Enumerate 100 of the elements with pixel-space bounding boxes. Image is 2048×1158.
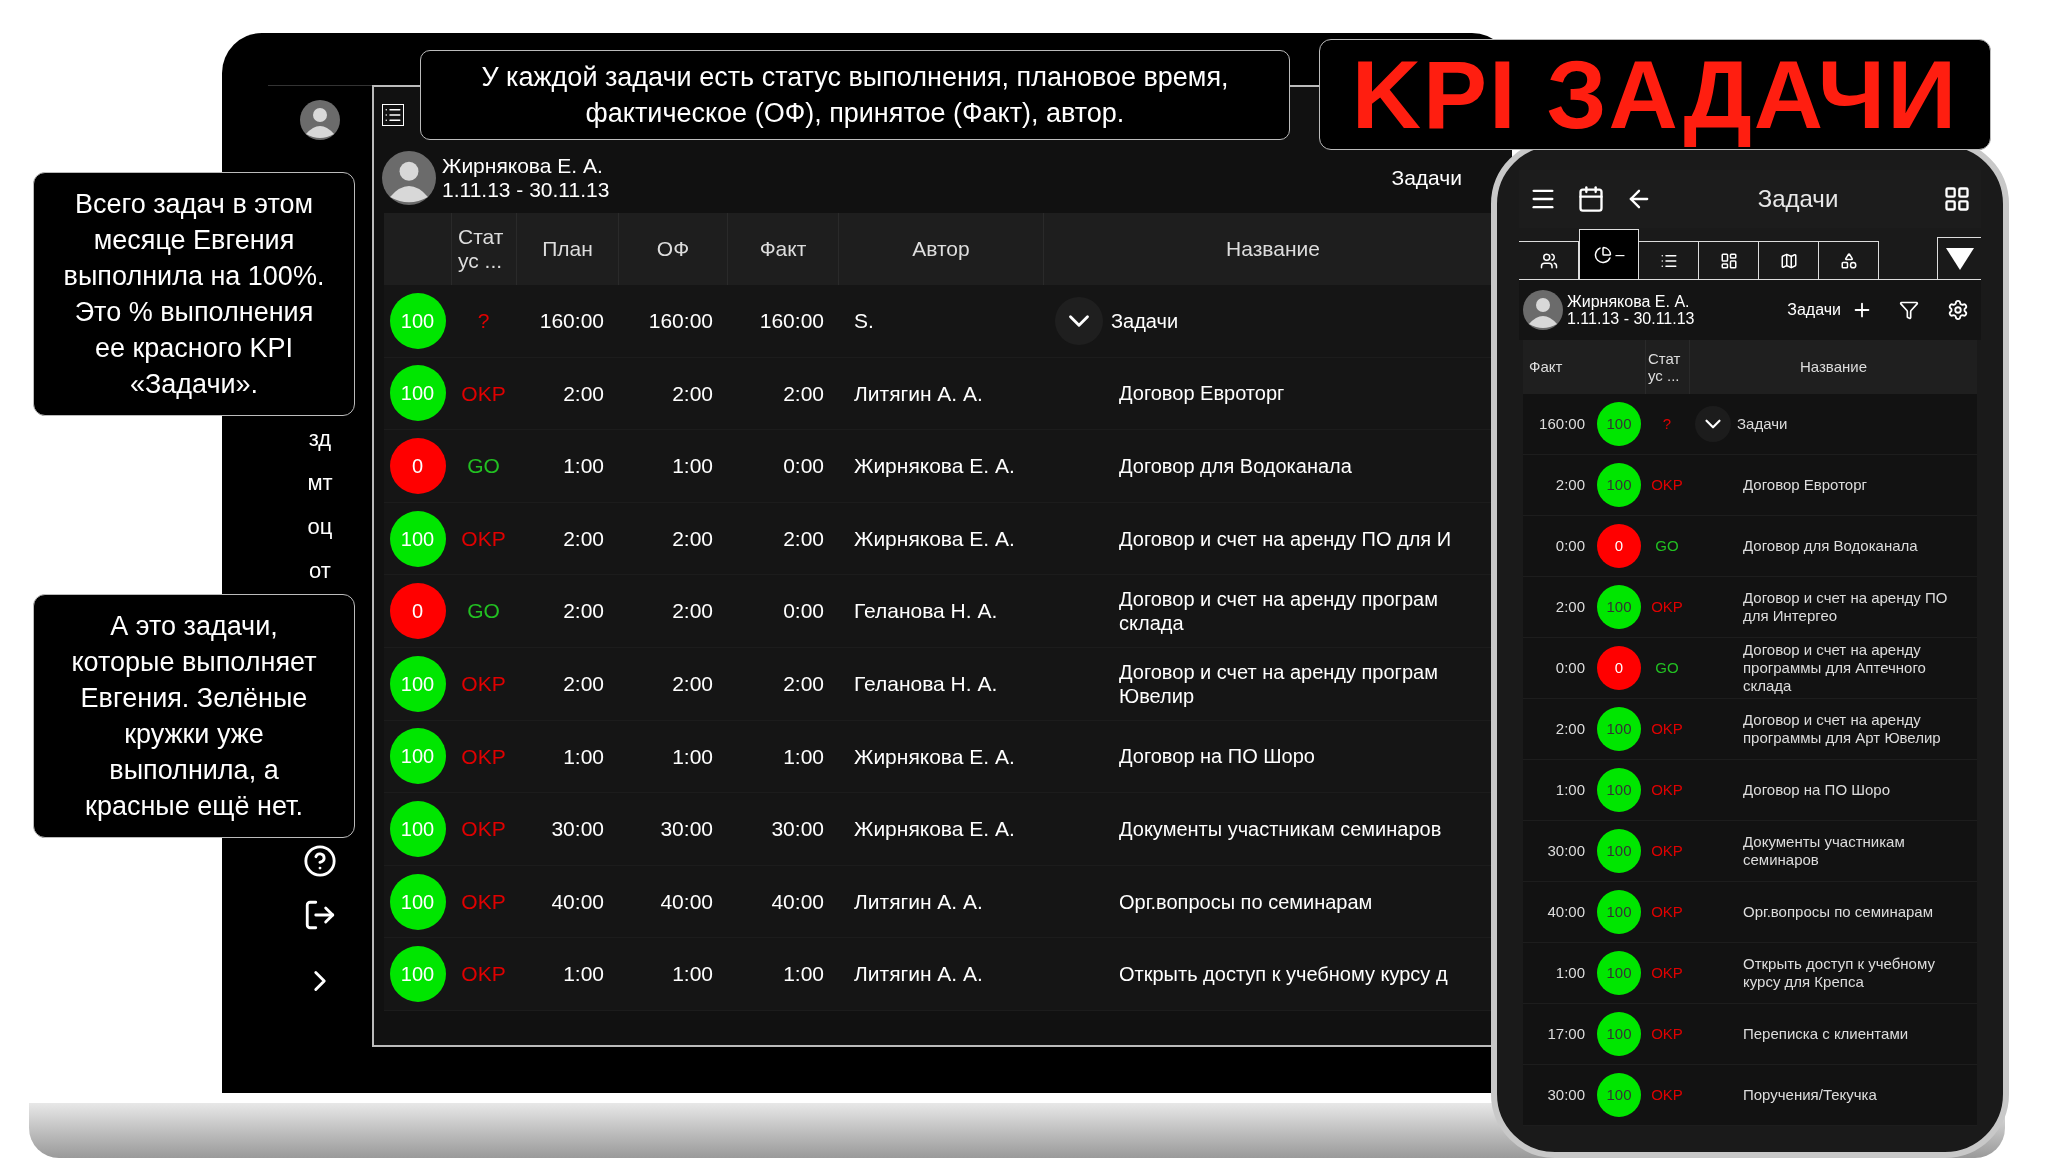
- screen-title: Задачи: [1756, 184, 1840, 214]
- table-cell-text: 0:00: [783, 598, 824, 625]
- expand-toggle[interactable]: [1055, 296, 1103, 345]
- sidebar-item[interactable]: мт: [307, 470, 333, 496]
- table-cell-text: 1:00: [563, 453, 604, 480]
- table-cell: S.: [854, 309, 874, 333]
- score-badge: 100: [1597, 402, 1641, 446]
- table-cell-text: 160:00: [759, 308, 824, 335]
- table-cell-text: 30:00: [1547, 840, 1585, 861]
- table-cell-text: 1:00: [563, 743, 604, 770]
- column-header[interactable]: Название: [1800, 355, 1867, 379]
- task-name: Поручения/Текучка: [1743, 1086, 1877, 1104]
- status-code: OKP: [1651, 779, 1683, 800]
- status-code: OKP: [1651, 718, 1683, 739]
- table-cell-text: 2:00: [563, 598, 604, 625]
- status-code: GO: [1655, 535, 1679, 556]
- sidebar-item[interactable]: оц: [307, 514, 333, 540]
- column-header[interactable]: Факт: [1529, 355, 1563, 379]
- status-code: OKP: [461, 380, 506, 407]
- task-name: Договор на ПО Шоро: [1119, 744, 1315, 769]
- list-icon[interactable]: [382, 104, 404, 126]
- task-name: Договор Евроторг: [1119, 381, 1285, 406]
- expand-toggle[interactable]: [1695, 406, 1731, 442]
- view-tab[interactable]: [1699, 241, 1759, 279]
- task-name: Открыть доступ к учебному курсу д: [1119, 962, 1448, 987]
- table-cell-text: 160:00: [1539, 413, 1585, 434]
- table-cell-text: 2:00: [783, 380, 824, 407]
- status-code: GO: [467, 598, 500, 625]
- settings-icon[interactable]: [1947, 299, 1969, 321]
- table-cell-text: 2:00: [783, 525, 824, 552]
- score-badge: 100: [1597, 1073, 1641, 1117]
- sidebar-item[interactable]: от: [309, 558, 331, 584]
- table-cell-text: 2:00: [672, 598, 713, 625]
- avatar-icon: [300, 100, 340, 140]
- grid-icon[interactable]: [1943, 185, 1971, 213]
- map-icon: [1779, 251, 1798, 270]
- table-cell-text: 2:00: [1555, 474, 1585, 495]
- shapes-icon: [1839, 251, 1858, 270]
- headline: KPI ЗАДАЧИ: [1351, 44, 1959, 145]
- table-cell-text: 2:00: [672, 671, 713, 697]
- table-cell: Геланова Н. А.: [854, 599, 998, 623]
- column-header[interactable]: ОФ: [656, 233, 690, 265]
- callout-text: У каждой задачи есть статус выполнения, плановое время, фактическое (ОФ), принятое (Факт), автор.: [480, 61, 1230, 130]
- calendar-icon[interactable]: [1577, 185, 1605, 213]
- sidebar-item[interactable]: зд: [308, 426, 332, 452]
- status-code: GO: [1655, 657, 1679, 678]
- section-label: Задачи: [1391, 165, 1462, 192]
- score-badge: 100: [389, 873, 446, 930]
- avatar-icon: [382, 151, 436, 205]
- status-code: OKP: [461, 743, 506, 770]
- avatar-icon: [1523, 290, 1563, 330]
- table-cell: Жирнякова Е. А.: [854, 454, 1015, 478]
- table-cell-text: 40:00: [660, 888, 713, 915]
- column-header[interactable]: Стат ус ...: [458, 225, 510, 273]
- column-header[interactable]: Стат ус ...: [1648, 350, 1686, 384]
- task-name: Договор и счет на аренду ПО для Интергео: [1743, 589, 1949, 625]
- column-header[interactable]: Автор: [912, 233, 970, 265]
- score-badge: 100: [389, 946, 446, 1003]
- view-tab[interactable]: –: [1579, 229, 1639, 279]
- table-cell-text: 1:00: [672, 961, 713, 988]
- table-cell-text: 0:00: [1555, 535, 1585, 556]
- task-name: Орг.вопросы по семинарам: [1743, 903, 1933, 921]
- table-cell-text: 1:00: [783, 743, 824, 770]
- view-tab[interactable]: [1759, 241, 1819, 279]
- score-badge: 0: [1597, 524, 1641, 568]
- task-name: Договор на ПО Шоро: [1743, 781, 1890, 799]
- section-label: Задачи: [1787, 300, 1841, 320]
- column-header[interactable]: Название: [1226, 233, 1320, 265]
- view-tab[interactable]: [1639, 241, 1699, 279]
- logout-icon[interactable]: [303, 898, 337, 932]
- filter-icon[interactable]: [1899, 300, 1919, 320]
- task-name: Задачи: [1111, 308, 1179, 333]
- table-cell-text: 1:00: [783, 961, 824, 988]
- score-badge: 100: [389, 292, 446, 349]
- score-badge: 100: [389, 510, 446, 567]
- table-cell-text: 30:00: [660, 816, 713, 843]
- table-cell-text: 2:00: [1555, 718, 1585, 739]
- score-badge: 100: [389, 800, 446, 857]
- column-header[interactable]: Факт: [759, 233, 807, 265]
- table-cell: Жирнякова Е. А.: [854, 817, 1015, 841]
- table-cell-text: 2:00: [672, 525, 713, 552]
- status-code: OKP: [1651, 596, 1683, 617]
- user-name: Жирнякова Е. А.: [1567, 293, 1691, 310]
- date-range: 1.11.13 - 30.11.13: [442, 178, 610, 202]
- score-badge: 100: [389, 728, 446, 785]
- table-cell-text: 160:00: [539, 308, 604, 335]
- view-tab[interactable]: [1819, 241, 1879, 279]
- status-code: ?: [1662, 413, 1672, 434]
- column-header[interactable]: План: [542, 233, 593, 265]
- task-name: Договор и счет на аренду программы для Аптечного склада: [1743, 641, 1927, 695]
- pie-chart-icon: [1593, 245, 1612, 264]
- table-cell-text: 17:00: [1547, 1023, 1585, 1044]
- score-badge: 100: [389, 365, 446, 422]
- dropdown-icon[interactable]: [1937, 237, 1981, 279]
- table-cell-text: 1:00: [672, 743, 713, 770]
- help-icon[interactable]: [303, 844, 337, 878]
- score-badge: 0: [1597, 646, 1641, 690]
- status-code: OKP: [1651, 962, 1683, 983]
- status-code: OKP: [461, 961, 506, 988]
- table-cell-text: 30:00: [551, 816, 604, 843]
